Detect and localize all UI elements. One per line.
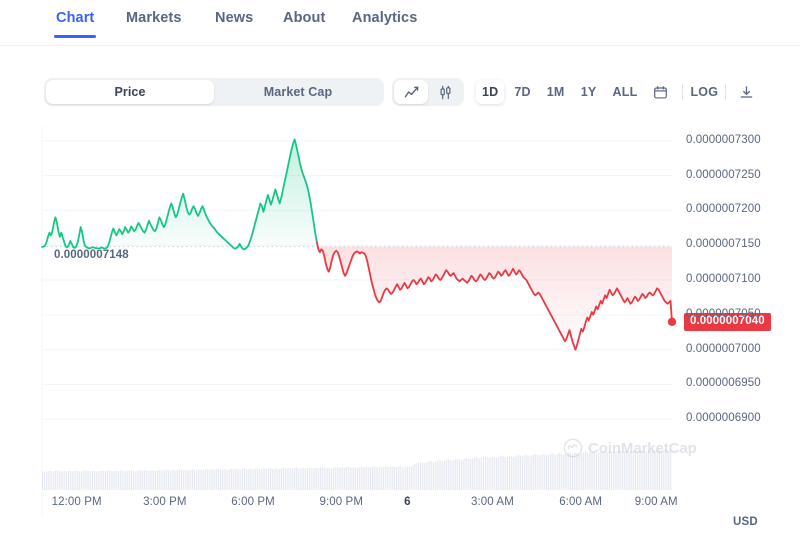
x-axis-tick: 12:00 PM bbox=[51, 496, 102, 508]
volume-bars bbox=[42, 449, 672, 490]
range-all[interactable]: ALL bbox=[607, 80, 644, 104]
download-glyph bbox=[740, 85, 752, 98]
nav-tabs: Chart Markets News About Analytics bbox=[0, 0, 800, 46]
currency-label: USD bbox=[733, 516, 758, 528]
calendar-icon[interactable] bbox=[647, 80, 673, 104]
time-range-group: 1D 7D 1M 1Y ALL LOG bbox=[476, 78, 761, 106]
chart-toolbar: Price Market Cap 1D 7D 1M 1Y ALL LOG bbox=[0, 46, 800, 118]
log-scale-button[interactable]: LOG bbox=[690, 85, 718, 99]
line-chart-icon[interactable] bbox=[394, 80, 428, 104]
range-7d[interactable]: 7D bbox=[508, 80, 536, 104]
candlestick-chart-icon[interactable] bbox=[428, 80, 462, 104]
candlestick-glyph bbox=[439, 85, 451, 99]
y-axis-tick: 0.0000007000 bbox=[686, 342, 761, 355]
x-axis-tick: 6:00 AM bbox=[559, 496, 603, 508]
x-axis-tick: 9:00 AM bbox=[634, 496, 678, 508]
x-axis-tick: 9:00 PM bbox=[319, 496, 364, 508]
x-axis-tick: 6:00 PM bbox=[231, 496, 275, 508]
x-axis-tick: 3:00 PM bbox=[143, 496, 187, 508]
metric-toggle-group: Price Market Cap bbox=[44, 78, 384, 106]
tab-news[interactable]: News bbox=[215, 10, 253, 26]
download-icon[interactable] bbox=[733, 80, 759, 104]
range-1m[interactable]: 1M bbox=[541, 80, 571, 104]
toolbar-divider-1 bbox=[682, 84, 684, 100]
metric-toggle-market-cap[interactable]: Market Cap bbox=[214, 80, 382, 104]
x-axis-tick: 6 bbox=[404, 496, 411, 508]
y-axis-tick: 0.0000007150 bbox=[686, 238, 761, 251]
range-1y[interactable]: 1Y bbox=[575, 80, 603, 104]
tab-chart[interactable]: Chart bbox=[53, 10, 97, 38]
range-1d[interactable]: 1D bbox=[476, 80, 505, 104]
y-axis-tick: 0.0000007300 bbox=[686, 133, 761, 146]
tab-analytics[interactable]: Analytics bbox=[352, 10, 417, 26]
toolbar-divider-2 bbox=[725, 84, 727, 100]
x-axis-tick: 3:00 AM bbox=[470, 496, 514, 508]
price-chart[interactable]: 0.0000007148 0.0000007040 0.0000007300 0.… bbox=[0, 118, 800, 545]
price-area-fill bbox=[42, 139, 672, 350]
calendar-glyph bbox=[654, 85, 667, 99]
y-axis-tick: 0.0000007200 bbox=[686, 203, 761, 216]
line-chart-glyph bbox=[404, 86, 418, 97]
tab-about[interactable]: About bbox=[283, 10, 325, 26]
y-axis-tick: 0.0000007050 bbox=[686, 307, 761, 320]
y-axis-tick: 0.0000007100 bbox=[686, 273, 761, 285]
y-axis-tick: 0.0000006950 bbox=[686, 377, 761, 390]
metric-toggle-price[interactable]: Price bbox=[46, 80, 214, 104]
y-axis-tick: 0.0000007250 bbox=[686, 168, 761, 181]
chart-type-group bbox=[392, 78, 464, 106]
tab-markets[interactable]: Markets bbox=[126, 10, 182, 26]
open-price-label: 0.0000007148 bbox=[54, 248, 129, 261]
chart-canvas bbox=[41, 126, 677, 516]
current-price-marker bbox=[667, 317, 677, 326]
y-axis-tick: 0.0000006900 bbox=[686, 412, 761, 425]
